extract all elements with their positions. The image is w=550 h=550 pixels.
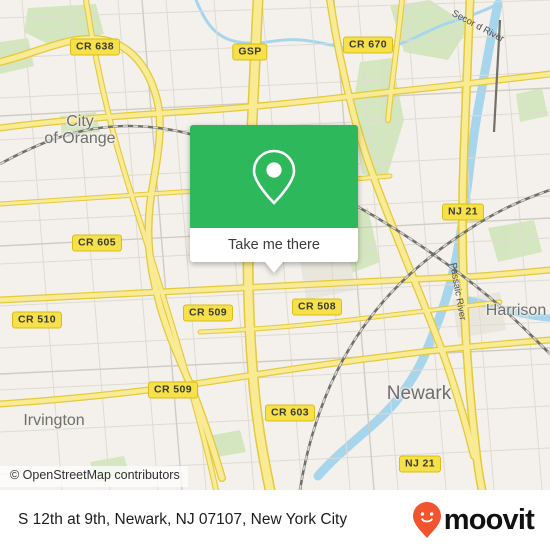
place-label-line2: of Orange [44,130,116,147]
place-label-city-of-orange: City of Orange [44,113,116,148]
take-me-there-button[interactable]: Take me there [190,228,358,262]
popup-header [190,125,358,228]
footer-bar: S 12th at 9th, Newark, NJ 07107, New Yor… [0,490,550,550]
road-shield-cr-638[interactable]: CR 638 [69,38,121,56]
place-label-harrison: Harrison [485,302,547,319]
road-shield-cr-508[interactable]: CR 508 [291,298,343,316]
road-shield-gsp[interactable]: GSP [232,43,268,61]
map-canvas[interactable]: Secor d River Passaic River City of Oran… [0,0,550,490]
moovit-wordmark: moovit [443,503,535,536]
popup-tail [265,262,283,273]
road-shield-cr-509-upper[interactable]: CR 509 [182,304,234,322]
place-label-line1: City [66,113,94,131]
moovit-brand[interactable]: moovit [412,501,535,539]
take-me-there-label: Take me there [228,237,320,253]
road-shield-cr-603[interactable]: CR 603 [264,404,316,422]
map-screenshot: Secor d River Passaic River City of Oran… [0,0,550,550]
road-shield-cr-510[interactable]: CR 510 [11,311,63,329]
moovit-smiley-pin-icon [412,502,441,538]
road-shield-cr-605[interactable]: CR 605 [71,234,123,252]
road-shield-cr-509-lower[interactable]: CR 509 [147,381,199,399]
osm-attribution[interactable]: © OpenStreetMap contributors [0,466,188,487]
place-label-irvington: Irvington [23,412,85,429]
location-popup[interactable]: Take me there [190,125,358,273]
road-shield-nj-21-north[interactable]: NJ 21 [441,203,485,221]
road-shield-cr-670[interactable]: CR 670 [342,36,394,54]
road-shield-nj-21-south[interactable]: NJ 21 [398,455,442,473]
address-label: S 12th at 9th, Newark, NJ 07107, New Yor… [18,511,348,528]
place-label-newark: Newark [386,383,452,404]
map-pin-icon [252,149,296,205]
